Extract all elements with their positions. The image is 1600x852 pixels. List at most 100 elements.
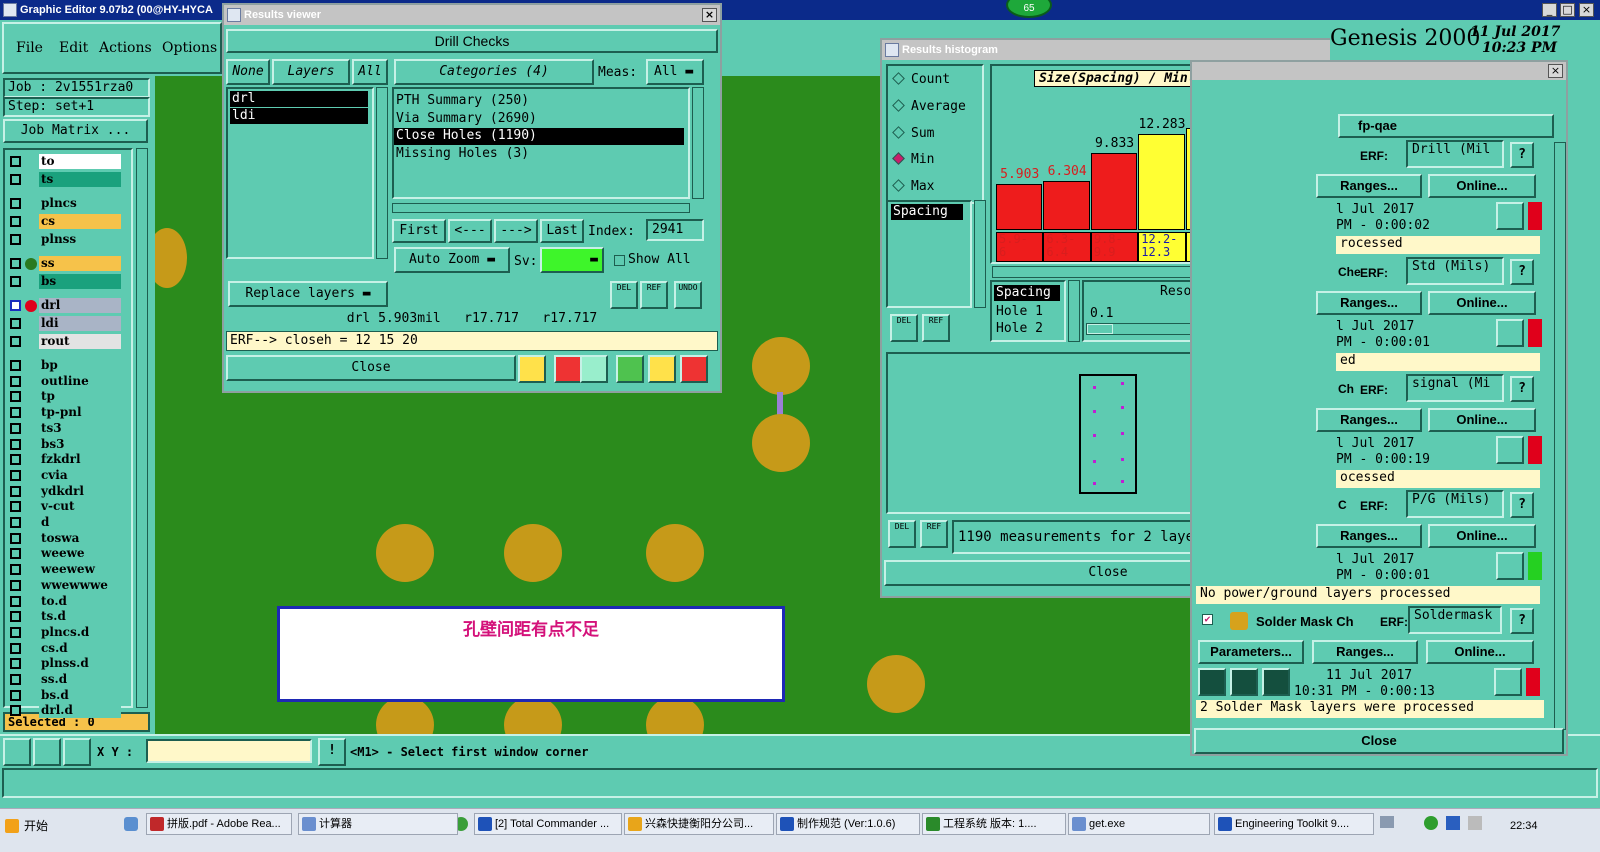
layer-row[interactable]: fzkdrl xyxy=(7,452,121,468)
layer-name[interactable]: plnss.d xyxy=(39,656,121,672)
layer-name[interactable]: ts3 xyxy=(39,420,121,436)
layer-checkbox[interactable] xyxy=(10,532,21,544)
layer-checkbox[interactable] xyxy=(10,501,21,513)
run-icon[interactable] xyxy=(1198,668,1226,696)
tray-icon[interactable] xyxy=(1446,816,1460,830)
all-button[interactable]: All xyxy=(352,59,388,85)
category-item[interactable]: Via Summary (2690) xyxy=(396,111,537,126)
layer-checkbox[interactable] xyxy=(10,674,21,685)
layer-name[interactable]: ydkdrl xyxy=(39,483,121,499)
layer-checkbox[interactable] xyxy=(10,407,21,419)
layer-checkbox[interactable] xyxy=(10,258,21,269)
index-input[interactable]: 2941 xyxy=(646,219,704,241)
help-button[interactable]: ? xyxy=(1510,142,1534,168)
help-button[interactable]: ? xyxy=(1510,259,1534,285)
toolbar-icon[interactable] xyxy=(648,355,676,383)
taskbar-item[interactable]: get.exe xyxy=(1068,813,1210,835)
tray-icon[interactable] xyxy=(1380,816,1394,828)
layer-row[interactable]: rout xyxy=(7,334,121,349)
layer-checkbox[interactable] xyxy=(10,234,21,245)
layer-row[interactable]: tp-pnl xyxy=(7,405,121,421)
layer-row[interactable]: plnss.d xyxy=(7,656,121,672)
alert-icon[interactable]: ! xyxy=(318,738,346,766)
checklist-scrollbar[interactable] xyxy=(1554,142,1566,730)
toolbar-icon[interactable] xyxy=(518,355,546,383)
next-button[interactable]: ---> xyxy=(494,219,538,243)
layer-row[interactable]: ldi xyxy=(7,316,121,331)
erf-field[interactable]: Drill (Mil xyxy=(1406,140,1504,168)
resolution-list-item[interactable]: Spacing xyxy=(994,285,1060,301)
help-button[interactable]: ? xyxy=(1510,376,1534,402)
layer-name[interactable]: ldi xyxy=(39,316,121,331)
layer-checkbox[interactable] xyxy=(10,595,21,607)
toolbar-icon[interactable] xyxy=(554,355,582,383)
resolution-list-scrollbar[interactable] xyxy=(1068,280,1080,342)
close-icon[interactable]: × xyxy=(702,8,717,22)
taskbar-item[interactable]: Engineering Toolkit 9.... xyxy=(1214,813,1374,835)
toolbar-icon[interactable] xyxy=(616,355,644,383)
taskbar-item[interactable]: 计算器 xyxy=(298,813,458,835)
del-button[interactable]: DEL xyxy=(888,520,916,548)
erf-field[interactable]: Std (Mils) xyxy=(1406,257,1504,285)
layer-name[interactable]: cvia xyxy=(39,467,121,483)
layer-checkbox[interactable] xyxy=(10,391,21,403)
measure-list-scrollbar[interactable] xyxy=(974,200,986,308)
resolution-list-item[interactable]: Hole 1 xyxy=(996,304,1043,319)
layer-row[interactable]: plnss xyxy=(7,232,121,247)
rv-close-button[interactable]: Close xyxy=(226,355,516,381)
layer-row[interactable]: wwewwwe xyxy=(7,577,121,593)
online-button[interactable]: Online... xyxy=(1428,408,1536,432)
layer-row[interactable]: cs.d xyxy=(7,640,121,656)
layer-checkbox[interactable] xyxy=(10,658,21,670)
ranges-button[interactable]: Ranges... xyxy=(1316,524,1422,548)
layer-name[interactable]: to.d xyxy=(39,593,121,609)
layer-name[interactable]: outline xyxy=(39,373,121,389)
layer-name[interactable]: bp xyxy=(39,358,121,373)
layer-name[interactable]: ts xyxy=(39,172,121,187)
radio-average[interactable]: Average xyxy=(892,99,966,114)
menu-actions[interactable]: Actions xyxy=(99,40,152,56)
layer-checkbox[interactable] xyxy=(10,360,21,371)
run-icon[interactable] xyxy=(1230,668,1258,696)
layers-button[interactable]: Layers xyxy=(272,59,350,85)
radio-sum[interactable]: Sum xyxy=(892,126,934,141)
histogram-bar[interactable] xyxy=(1090,153,1138,230)
layer-name[interactable]: tp xyxy=(39,389,121,405)
layer-row[interactable]: plncs xyxy=(7,196,121,211)
layer-name[interactable]: d xyxy=(39,515,121,530)
close-icon[interactable]: × xyxy=(1579,3,1594,17)
xy-input[interactable] xyxy=(146,739,312,763)
layer-name[interactable]: drl xyxy=(39,298,121,313)
ranges-button[interactable]: Ranges... xyxy=(1316,408,1422,432)
prev-button[interactable]: <--- xyxy=(448,219,492,243)
job-matrix-button[interactable]: Job Matrix ... xyxy=(3,119,148,143)
layer-list-scrollbar[interactable] xyxy=(136,148,148,708)
radio-min[interactable]: Min xyxy=(892,152,934,167)
layer-name[interactable]: bs3 xyxy=(39,436,121,452)
layer-name[interactable]: tp-pnl xyxy=(39,405,121,421)
menu-edit[interactable]: Edit xyxy=(59,40,88,56)
layer-checkbox[interactable] xyxy=(10,548,21,560)
help-button[interactable]: ? xyxy=(1510,608,1534,634)
del-button[interactable]: DEL xyxy=(610,281,638,309)
layer-checkbox[interactable] xyxy=(10,626,21,638)
layer-row[interactable]: cvia xyxy=(7,467,121,483)
auto-zoom-dropdown[interactable]: Auto Zoom ▬ xyxy=(394,247,510,273)
category-hscrollbar[interactable] xyxy=(392,203,690,213)
layer-row[interactable]: bs3 xyxy=(7,436,121,452)
check-name[interactable]: C xyxy=(1338,498,1347,512)
taskbar-item[interactable]: 工程系统 版本: 1.... xyxy=(922,813,1066,835)
taskbar-item[interactable]: 兴森快捷衡阳分公司... xyxy=(624,813,774,835)
layer-row[interactable]: ydkdrl xyxy=(7,483,121,499)
histogram-bar[interactable] xyxy=(1043,180,1090,230)
layer-checkbox[interactable] xyxy=(10,469,21,481)
taskbar-item[interactable]: [2] Total Commander ... xyxy=(474,813,622,835)
layer-name[interactable]: ss xyxy=(39,256,121,271)
layer-checkbox[interactable] xyxy=(10,336,21,347)
parameters-button[interactable]: Parameters... xyxy=(1198,640,1304,664)
layer-checkbox[interactable] xyxy=(10,318,21,329)
histogram-bar[interactable] xyxy=(996,184,1043,230)
layer-name[interactable]: bs.d xyxy=(39,687,121,703)
online-button[interactable]: Online... xyxy=(1428,524,1536,548)
layer-row[interactable]: bp xyxy=(7,358,121,373)
